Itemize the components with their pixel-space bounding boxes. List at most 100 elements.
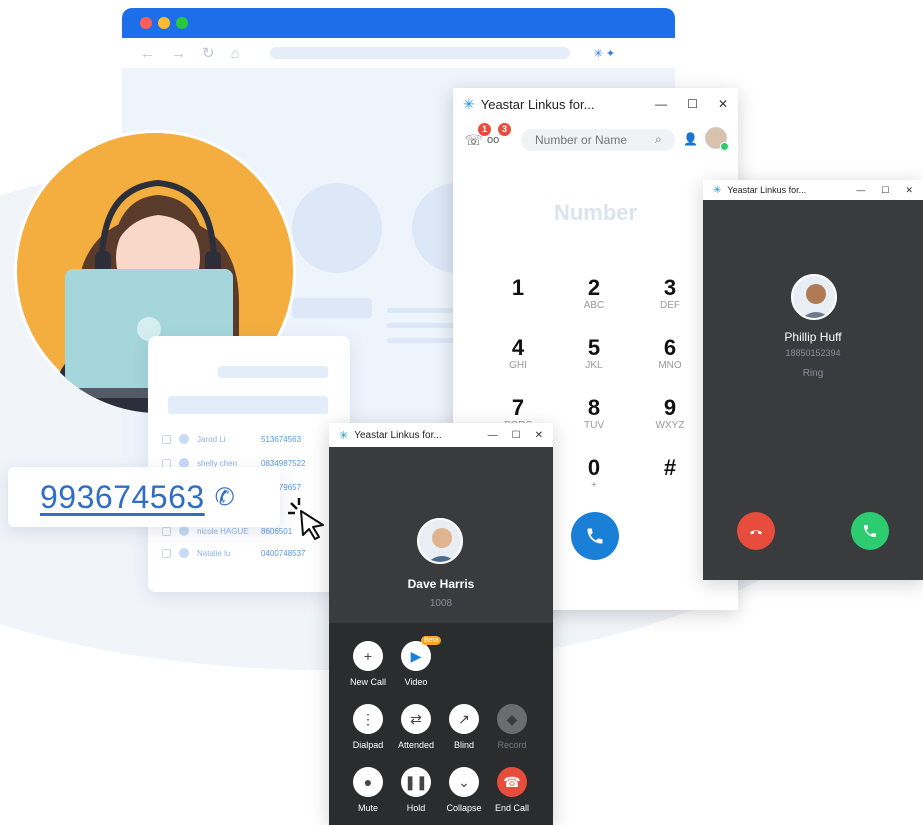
key-5[interactable]: 5 JKL <box>564 336 624 372</box>
contact-name: Natalie lu <box>197 548 231 558</box>
minimize-icon[interactable]: — <box>856 185 865 195</box>
mute-button[interactable]: ● Mute <box>343 767 393 813</box>
pause-icon: ❚❚ <box>401 767 431 797</box>
hangup-icon: ☎ <box>497 767 527 797</box>
attended-transfer-button[interactable]: ⇄ Attended <box>391 704 441 750</box>
row-checkbox[interactable] <box>162 434 171 444</box>
presence-status-icon <box>720 142 729 151</box>
placeholder-bar <box>168 396 328 414</box>
end-call-button[interactable]: ☎ End Call <box>487 767 537 813</box>
key-2[interactable]: 2 ABC <box>564 276 624 312</box>
key-8[interactable]: 8 TUV <box>564 396 624 432</box>
video-button[interactable]: ▶ Video <box>391 641 441 687</box>
forward-icon[interactable]: → <box>171 45 186 62</box>
contact-name: Jarod Li <box>197 434 226 444</box>
key-1[interactable]: 1 <box>488 276 548 300</box>
minimize-dot[interactable] <box>158 17 170 29</box>
key-4[interactable]: 4 GHI <box>488 336 548 372</box>
answer-call-button[interactable] <box>851 512 889 550</box>
back-icon[interactable]: ← <box>140 45 155 62</box>
key-digit: 1 <box>511 275 525 300</box>
click-to-dial-number[interactable]: 993674563 ✆ <box>8 467 280 527</box>
control-label: New Call <box>349 677 386 687</box>
placeholder-block <box>292 298 372 318</box>
caller-number: 18850152394 <box>785 348 841 358</box>
attended-transfer-icon: ⇄ <box>401 704 431 734</box>
close-icon[interactable]: ✕ <box>718 97 728 111</box>
window-titlebar: ✳ Yeastar Linkus for... — ☐ ✕ <box>453 88 738 120</box>
hangup-icon <box>750 530 762 535</box>
key-3[interactable]: 3 DEF <box>640 276 700 312</box>
contacts-icon[interactable]: 👤 <box>683 132 698 146</box>
contact-avatar <box>179 434 189 444</box>
linkus-logo-icon: ✳ <box>339 429 349 442</box>
placeholder-line <box>387 338 457 343</box>
home-icon[interactable]: ⌂ <box>231 45 240 62</box>
close-icon[interactable]: ✕ <box>905 185 913 196</box>
key-letters: JKL <box>585 360 603 371</box>
contact-phone-link[interactable]: 0400748537 <box>261 549 306 558</box>
key-digit: 2 <box>587 275 601 300</box>
caller-name: Dave Harris <box>407 577 475 591</box>
dial-call-button[interactable] <box>571 512 619 560</box>
plus-icon: + <box>353 641 383 671</box>
dialpad-toolbar: ☏ oo 1 3 ⌕ 👤 <box>453 120 738 160</box>
collapse-button[interactable]: ⌄ Collapse <box>439 767 489 813</box>
minimize-icon[interactable]: — <box>655 97 667 111</box>
contact-row[interactable]: Natalie lu 0400748537 <box>162 546 306 560</box>
voicemail-icon[interactable]: oo <box>487 134 499 146</box>
placeholder-bar <box>218 366 328 378</box>
close-icon[interactable]: ✕ <box>535 430 543 441</box>
key-0[interactable]: 0 + <box>564 456 624 492</box>
key-6[interactable]: 6 MNO <box>640 336 700 372</box>
video-icon: ▶ <box>401 641 431 671</box>
minimize-icon[interactable]: — <box>488 430 498 441</box>
phone-icon <box>587 528 603 544</box>
chevron-down-icon: ⌄ <box>449 767 479 797</box>
maximize-icon[interactable]: ☐ <box>512 430 521 441</box>
contact-list-card: Jarod Li 513674563 shelly chen 083498752… <box>148 336 350 592</box>
new-call-button[interactable]: + New Call <box>343 641 393 687</box>
close-dot[interactable] <box>140 17 152 29</box>
window-title: Yeastar Linkus for... <box>480 96 595 112</box>
caller-name: Phillip Huff <box>784 330 842 344</box>
placeholder-line <box>387 308 457 313</box>
key-hash[interactable]: # <box>640 456 700 480</box>
blind-transfer-button[interactable]: ↗ Blind <box>439 704 489 750</box>
address-bar[interactable] <box>269 47 570 59</box>
phone-number-link[interactable]: 993674563 <box>40 479 205 516</box>
maximize-icon[interactable]: ☐ <box>881 185 889 196</box>
contact-row[interactable]: Jarod Li 513674563 <box>162 432 301 446</box>
call-status: Ring <box>802 368 824 379</box>
caller-photo <box>791 274 837 320</box>
record-icon: ◆ <box>497 704 527 734</box>
dialpad-button[interactable]: ⋮ Dialpad <box>343 704 393 750</box>
contact-avatar <box>179 526 189 536</box>
search-input[interactable] <box>521 129 675 151</box>
key-letters: DEF <box>660 300 680 311</box>
contact-phone-link[interactable]: 513674563 <box>261 435 301 444</box>
row-checkbox[interactable] <box>162 526 171 536</box>
hold-button[interactable]: ❚❚ Hold <box>391 767 441 813</box>
refresh-icon[interactable]: ↻ <box>202 44 215 62</box>
key-digit: 8 <box>587 395 601 420</box>
row-checkbox[interactable] <box>162 548 171 558</box>
dialpad-icon: ⋮ <box>353 704 383 734</box>
key-letters: TUV <box>584 420 604 431</box>
search-icon[interactable]: ⌕ <box>655 132 662 147</box>
window-title: Yeastar Linkus for... <box>354 429 442 441</box>
key-9[interactable]: 9 WXYZ <box>640 396 700 432</box>
browser-toolbar: ← → ↻ ⌂ ✳ ✦ <box>122 38 675 68</box>
window-titlebar: ✳ Yeastar Linkus for... — ☐ ✕ <box>329 423 553 447</box>
contact-name: nicole HAGUE <box>197 526 249 536</box>
decline-call-button[interactable] <box>737 512 775 550</box>
control-label: Dialpad <box>352 740 384 750</box>
control-label: Hold <box>406 803 426 813</box>
maximize-icon[interactable]: ☐ <box>687 97 698 111</box>
linkus-incoming-call-window: ✳ Yeastar Linkus for... — ☐ ✕ Phillip Hu… <box>703 180 923 580</box>
phone-icon <box>864 525 876 537</box>
dial-number-display[interactable]: Number <box>453 200 738 226</box>
record-button[interactable]: ◆ Record <box>487 704 537 750</box>
maximize-dot[interactable] <box>176 17 188 29</box>
linkus-extension-icon[interactable]: ✳ ✦ <box>594 47 616 60</box>
